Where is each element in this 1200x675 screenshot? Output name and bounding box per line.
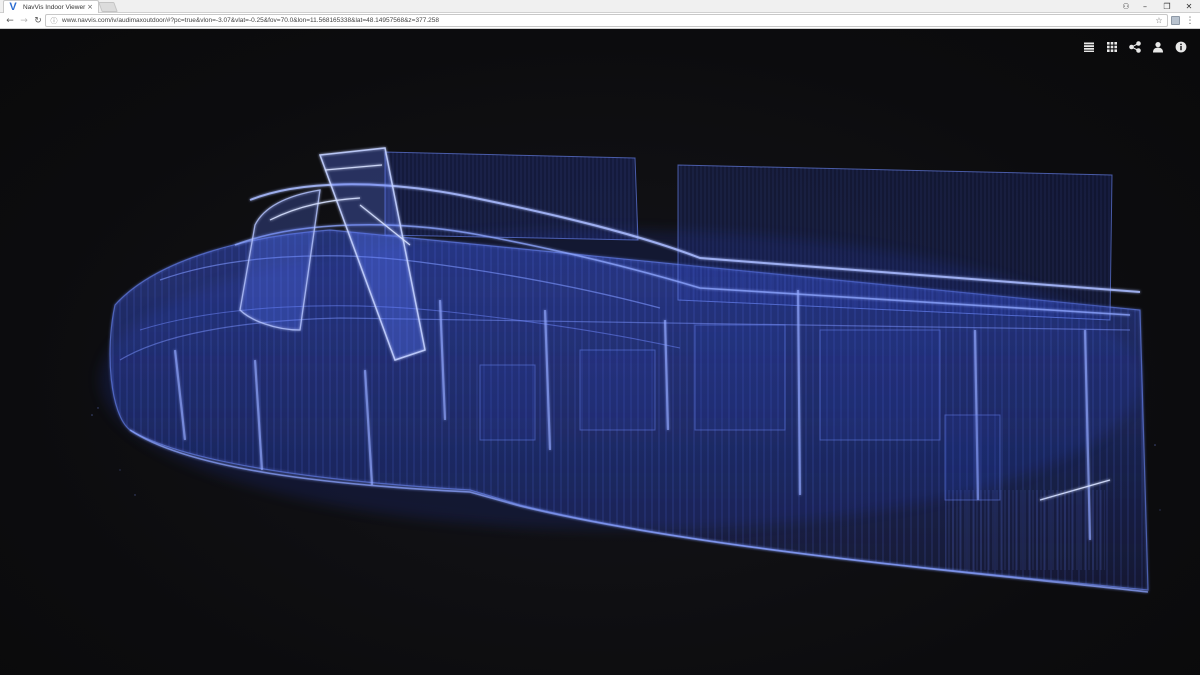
- window-controls: ⚇ – ❐ ✕: [1118, 0, 1200, 13]
- pointcloud-render[interactable]: [0, 30, 1200, 675]
- viewer-toolbar: [1077, 38, 1192, 56]
- profile-icon[interactable]: ⚇: [1118, 2, 1134, 11]
- close-window-button[interactable]: ✕: [1178, 0, 1200, 13]
- user-button[interactable]: [1146, 38, 1169, 56]
- share-icon: [1128, 41, 1141, 53]
- user-icon: [1152, 42, 1163, 53]
- back-icon[interactable]: ←: [3, 14, 17, 28]
- new-tab-button[interactable]: [98, 2, 118, 12]
- reload-icon[interactable]: ↻: [31, 14, 45, 28]
- navvis-logo-icon: V: [9, 1, 17, 13]
- tab-navvis-viewer[interactable]: V NavVis Indoor Viewer ×: [3, 0, 99, 13]
- tab-title: NavVis Indoor Viewer: [23, 3, 86, 11]
- url-text: www.navvis.com/iv/audimaxoutdoor/#?pc=tr…: [62, 17, 439, 24]
- bookmark-star-icon[interactable]: ☆: [1153, 16, 1165, 25]
- grid-button[interactable]: [1100, 38, 1123, 56]
- restore-button[interactable]: ❐: [1156, 0, 1178, 13]
- browser-window: V NavVis Indoor Viewer × ⚇ – ❐ ✕ ← → ↻ ⓘ…: [0, 0, 1200, 675]
- extension-icon[interactable]: [1171, 16, 1180, 25]
- pointcloud-viewer[interactable]: [0, 30, 1200, 675]
- info-button[interactable]: [1169, 38, 1192, 56]
- browser-menu-icon[interactable]: ⋮: [1184, 14, 1196, 28]
- share-button[interactable]: [1123, 38, 1146, 56]
- tab-strip: V NavVis Indoor Viewer × ⚇ – ❐ ✕: [0, 0, 1200, 13]
- layers-icon: [1083, 42, 1094, 52]
- address-bar[interactable]: ⓘ www.navvis.com/iv/audimaxoutdoor/#?pc=…: [45, 14, 1168, 27]
- grid-icon: [1106, 42, 1117, 52]
- info-icon: [1175, 41, 1186, 53]
- minimize-button[interactable]: –: [1134, 0, 1156, 13]
- tab-close-icon[interactable]: ×: [86, 3, 94, 11]
- site-info-icon[interactable]: ⓘ: [49, 17, 59, 25]
- layers-button[interactable]: [1077, 38, 1100, 56]
- forward-icon[interactable]: →: [17, 14, 31, 28]
- browser-toolbar: ← → ↻ ⓘ www.navvis.com/iv/audimaxoutdoor…: [0, 13, 1200, 29]
